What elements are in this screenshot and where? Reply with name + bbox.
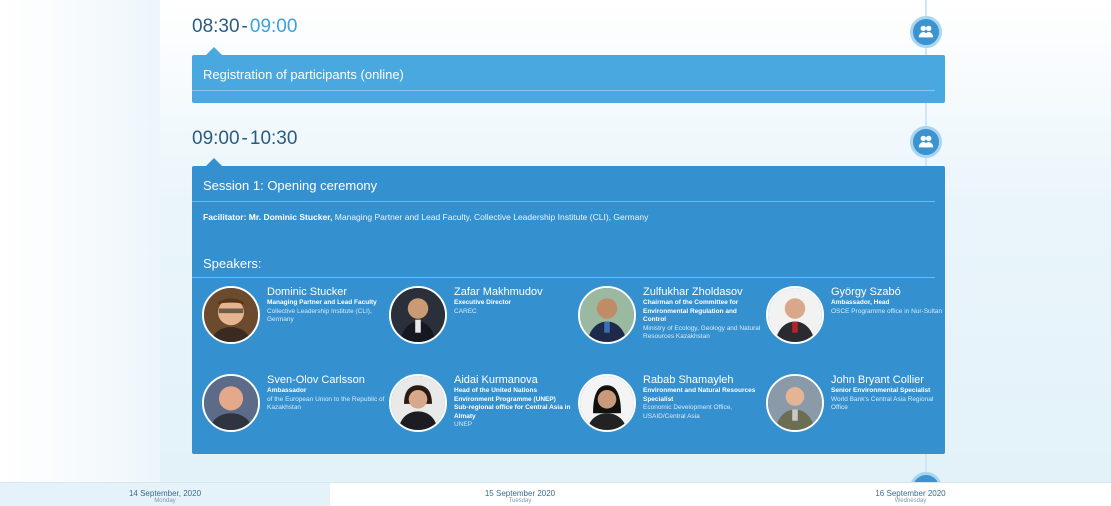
tab-day-2[interactable]: 15 September 2020 Tuesday xyxy=(330,483,710,506)
left-gutter xyxy=(0,0,160,506)
speaker-photo xyxy=(766,286,824,344)
session-card[interactable]: Registration of participants (online) xyxy=(192,47,945,103)
speaker-org: CAREC xyxy=(454,307,477,315)
speaker-card[interactable]: Dominic Stucker Managing Partner and Lea… xyxy=(202,286,387,372)
tab-date: 15 September 2020 xyxy=(484,489,556,498)
tab-weekday: Tuesday xyxy=(508,498,532,504)
speaker-role: Chairman of the Committee for Environmen… xyxy=(643,299,739,323)
session-title: Registration of participants (online) xyxy=(192,55,935,91)
speaker-role: Ambassador, Head xyxy=(831,299,890,306)
people-icon xyxy=(910,126,942,158)
speaker-org: of the European Union to the Republic of… xyxy=(267,395,385,412)
speaker-card[interactable]: John Bryant Collier Senior Environmental… xyxy=(766,374,951,460)
slot-time: 08:30-09:00 xyxy=(192,16,298,37)
speaker-role: Managing Partner and Lead Faculty xyxy=(267,299,377,306)
speaker-card[interactable]: György Szabó Ambassador, Head OSCE Progr… xyxy=(766,286,951,372)
slot-time: 09:00-10:30 xyxy=(192,128,298,149)
speaker-org: Ministry of Ecology, Geology and Natural… xyxy=(643,324,761,341)
speaker-org: UNEP xyxy=(454,421,473,428)
speaker-photo xyxy=(578,374,636,432)
speaker-name: Aidai Kurmanova xyxy=(454,374,538,386)
speaker-card[interactable]: Zafar Makhmudov Executive Director CAREC xyxy=(389,286,574,372)
time-end: 09:00 xyxy=(249,16,298,37)
speaker-name: Sven-Olov Carlsson xyxy=(267,374,365,386)
speaker-photo xyxy=(766,374,824,432)
speaker-name: John Bryant Collier xyxy=(831,374,924,386)
speaker-name: Rabab Shamayleh xyxy=(643,374,734,386)
tab-day-3[interactable]: 16 September 2020 Wednesday xyxy=(710,483,1111,506)
speaker-photo xyxy=(202,374,260,432)
tab-date: 14 September, 2020 xyxy=(128,489,202,498)
session-title: Session 1: Opening ceremony xyxy=(192,166,935,202)
speaker-org: Economic Development Office, USAID/Centr… xyxy=(643,404,733,420)
speaker-card[interactable]: Zulfukhar Zholdasov Chairman of the Comm… xyxy=(578,286,763,376)
speaker-photo xyxy=(578,286,636,344)
tab-date: 16 September 2020 xyxy=(875,489,946,498)
facilitator-line: Facilitator: Mr. Dominic Stucker, Managi… xyxy=(192,202,945,232)
time-start: 09:00 xyxy=(192,128,240,149)
speaker-name: Zafar Makhmudov xyxy=(454,286,543,298)
speakers-heading: Speakers: xyxy=(192,256,935,278)
speaker-role: Head of the United Nations Environment P… xyxy=(454,387,571,420)
day-tabs-bar: 14 September, 2020 Monday 15 September 2… xyxy=(0,482,1111,506)
time-end: 10:30 xyxy=(249,128,298,149)
tab-weekday: Wednesday xyxy=(894,498,927,504)
people-icon xyxy=(910,16,942,48)
speaker-photo xyxy=(389,374,447,432)
speaker-card[interactable]: Sven-Olov Carlsson Ambassador of the Eur… xyxy=(202,374,387,460)
speaker-name: Zulfukhar Zholdasov xyxy=(643,286,743,298)
speakers-grid: Dominic Stucker Managing Partner and Lea… xyxy=(192,282,945,460)
speaker-name: Dominic Stucker xyxy=(267,286,348,298)
session-card[interactable]: Session 1: Opening ceremony Facilitator:… xyxy=(192,158,945,454)
facilitator-label: Facilitator: Mr. Dominic Stucker, xyxy=(203,212,333,222)
speaker-card[interactable]: Aidai Kurmanova Head of the United Natio… xyxy=(389,374,574,460)
time-start: 08:30 xyxy=(192,16,240,37)
tab-weekday: Monday xyxy=(154,498,176,504)
speaker-org: OSCE Programme office in Nur-Sultan xyxy=(831,307,943,315)
speaker-name: György Szabó xyxy=(831,286,901,298)
facilitator-text: Managing Partner and Lead Faculty, Colle… xyxy=(332,212,649,222)
speaker-role: Executive Director xyxy=(454,299,512,306)
tab-day-1[interactable]: 14 September, 2020 Monday xyxy=(0,483,330,506)
speaker-photo xyxy=(389,286,447,344)
speaker-org: Collective Leadership Institute (CLI), G… xyxy=(267,307,372,324)
speaker-role: Senior Environmental Specialist xyxy=(831,387,931,394)
speaker-card[interactable]: Rabab Shamayleh Environment and Natural … xyxy=(578,374,763,460)
speaker-role: Ambassador xyxy=(267,387,307,394)
speaker-role: Environment and Natural Resources Specia… xyxy=(643,387,756,403)
speaker-photo xyxy=(202,286,260,344)
speaker-org: World Bank's Central Asia Regional Offic… xyxy=(831,395,934,412)
